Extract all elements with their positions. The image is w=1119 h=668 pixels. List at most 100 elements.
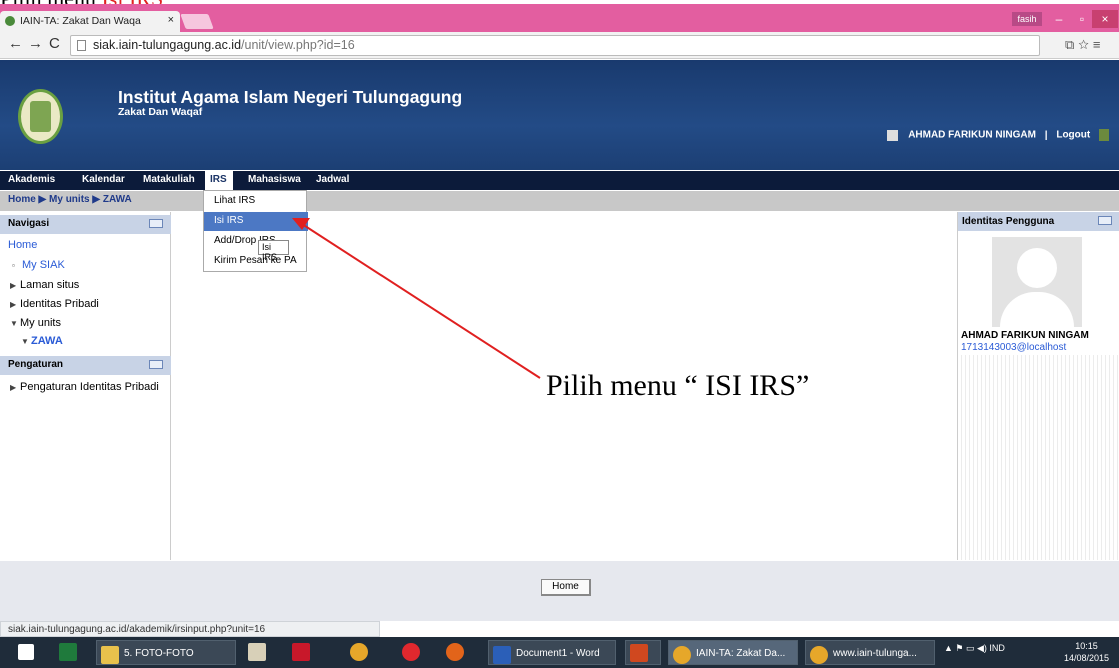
institution-logo: [18, 89, 63, 144]
tab-title: IAIN-TA: Zakat Dan Waqa: [20, 15, 141, 27]
user-icon: [886, 129, 898, 141]
new-tab-button[interactable]: [180, 14, 214, 29]
app-launcher[interactable]: [244, 640, 271, 665]
site-title: Institut Agama Islam Negeri Tulungagung: [118, 87, 463, 107]
logout-link[interactable]: Logout: [1056, 130, 1090, 141]
excel-icon: [59, 643, 77, 661]
pengaturan-block-header: Pengaturan: [0, 356, 171, 375]
toolbar-icons[interactable]: ⧉☆≡: [1065, 37, 1104, 53]
excel-app[interactable]: [55, 640, 82, 665]
chrome-window-1[interactable]: IAIN-TA: Zakat Da...: [668, 640, 798, 665]
block-background: [958, 355, 1119, 560]
nav-identitas-pribadi[interactable]: ▶ Identitas Pribadi: [10, 298, 99, 310]
back-icon[interactable]: ←: [8, 35, 23, 52]
avatar: [992, 237, 1082, 327]
user-area: AHMAD FARIKUN NINGAM | Logout: [886, 129, 1109, 141]
menu-akademis[interactable]: Akademis: [8, 174, 55, 185]
word-app[interactable]: Document1 - Word: [488, 640, 616, 665]
menu-item-kirim-pesan[interactable]: Kirim Pesan ke PA: [204, 252, 308, 271]
expand-icon: ▶: [10, 383, 17, 392]
navigasi-block-header: Navigasi: [0, 215, 171, 234]
explorer-app[interactable]: 5. FOTO-FOTO: [96, 640, 236, 665]
dock-icon[interactable]: [1098, 216, 1112, 225]
browser-tab[interactable]: IAIN-TA: Zakat Dan Waqa ×: [0, 11, 180, 32]
menu-irs[interactable]: IRS: [205, 171, 233, 191]
app-icon: [248, 643, 266, 661]
acrobat-app[interactable]: [288, 640, 315, 665]
chrome-icon: [810, 646, 828, 664]
collapse-icon: ▼: [10, 319, 18, 328]
main-menu: Akademis Kalendar Matakuliah IRS Mahasis…: [0, 171, 1119, 191]
clock[interactable]: 10:15 14/08/2015: [1064, 640, 1109, 664]
navigasi-title: Navigasi: [8, 218, 50, 229]
home-button[interactable]: Home: [541, 579, 591, 596]
pengaturan-title: Pengaturan: [8, 359, 64, 370]
forward-icon[interactable]: →: [28, 35, 43, 52]
clock-date: 14/08/2015: [1064, 653, 1110, 663]
left-column: Navigasi Home ▫ My SIAK ▶ Laman situs ▶ Ide…: [0, 212, 171, 560]
reload-icon[interactable]: C: [49, 35, 60, 52]
menu-mahasiswa[interactable]: Mahasiswa: [248, 174, 301, 185]
chrome-icon: [673, 646, 691, 664]
identitas-title: Identitas Pengguna: [962, 216, 1055, 227]
logout-icon[interactable]: [1099, 129, 1109, 141]
page-icon: [77, 40, 86, 51]
close-window-button[interactable]: ×: [1092, 10, 1118, 28]
tab-close-icon[interactable]: ×: [168, 14, 174, 26]
profile-chip[interactable]: fasih: [1012, 12, 1042, 26]
windows-icon: [18, 644, 34, 660]
menu-item-lihat-irs[interactable]: Lihat IRS: [204, 192, 308, 211]
dock-icon[interactable]: [149, 360, 163, 369]
menu-kalendar[interactable]: Kalendar: [82, 174, 125, 185]
start-button[interactable]: [14, 640, 39, 665]
breadcrumb[interactable]: Home ▶ My units ▶ ZAWA: [0, 191, 1119, 211]
favicon-icon: [5, 16, 15, 26]
irs-dropdown-menu: Lihat IRS Isi IRS Add/Drop IRS Kirim Pes…: [203, 190, 308, 272]
page-footer: Home: [0, 561, 1119, 621]
opera-app[interactable]: [398, 640, 425, 665]
nav-zawa[interactable]: ▼ ZAWA: [21, 335, 63, 347]
header-user-name[interactable]: AHMAD FARIKUN NINGAM: [908, 130, 1036, 141]
identitas-name: AHMAD FARIKUN NINGAM: [961, 330, 1089, 341]
address-bar[interactable]: siak.iain-tulungagung.ac.id/unit/view.ph…: [70, 35, 1040, 56]
tooltip: Isi IRS: [258, 240, 289, 262]
expand-icon: ▶: [10, 281, 17, 290]
powerpoint-app[interactable]: [625, 640, 661, 665]
system-tray[interactable]: ▲ ⚑ ▭ ◀) IND: [944, 643, 1005, 654]
nav-home[interactable]: Home: [8, 239, 37, 251]
browser-toolbar: ← → C siak.iain-tulungagung.ac.id/unit/v…: [0, 32, 1119, 59]
acrobat-icon: [292, 643, 310, 661]
nav-pengaturan-identitas[interactable]: ▶ Pengaturan Identitas Pribadi: [10, 381, 159, 393]
status-bar: siak.iain-tulungagung.ac.id/akademik/irs…: [0, 621, 380, 637]
menu-item-add-drop-irs[interactable]: Add/Drop IRS: [204, 232, 308, 251]
chrome-launcher[interactable]: [346, 640, 373, 665]
right-column: Identitas Pengguna AHMAD FARIKUN NINGAM …: [957, 212, 1119, 560]
clock-time: 10:15: [1075, 641, 1098, 651]
site-subtitle: Zakat Dan Waqaf: [118, 106, 203, 118]
firefox-icon: [446, 643, 464, 661]
menu-jadwal[interactable]: Jadwal: [316, 174, 349, 185]
opera-icon: [402, 643, 420, 661]
menu-matakuliah[interactable]: Matakuliah: [143, 174, 195, 185]
identitas-block-header: Identitas Pengguna: [958, 212, 1119, 231]
url-host: siak.iain-tulungagung.ac.id: [93, 38, 242, 52]
nav-my-units[interactable]: ▼ My units: [10, 317, 61, 329]
chrome-window-2[interactable]: www.iain-tulunga...: [805, 640, 935, 665]
nav-my-siak[interactable]: ▫ My SIAK: [12, 259, 65, 271]
browser-tab-strip: IAIN-TA: Zakat Dan Waqa × fasih – ▫ ×: [0, 4, 1119, 32]
dock-icon[interactable]: [149, 219, 163, 228]
expand-icon: ▶: [10, 300, 17, 309]
url-path: /unit/view.php?id=16: [241, 38, 355, 52]
menu-item-isi-irs[interactable]: Isi IRS: [204, 212, 308, 231]
bullet-icon: ▫: [12, 261, 15, 270]
folder-icon: [101, 646, 119, 664]
firefox-app[interactable]: [442, 640, 469, 665]
windows-taskbar: 5. FOTO-FOTO Document1 - Word IAIN-TA: Z…: [0, 637, 1119, 668]
collapse-icon: ▼: [21, 337, 29, 346]
chrome-icon: [350, 643, 368, 661]
word-icon: [493, 646, 511, 664]
nav-laman-situs[interactable]: ▶ Laman situs: [10, 279, 79, 291]
annotation-text: Pilih menu “ ISI IRS”: [546, 369, 810, 402]
powerpoint-icon: [630, 644, 648, 662]
identitas-email[interactable]: 1713143003@localhost: [961, 342, 1066, 353]
